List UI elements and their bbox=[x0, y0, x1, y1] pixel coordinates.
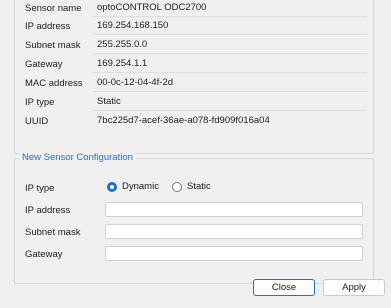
static-radio-dot[interactable] bbox=[172, 181, 182, 192]
sensor-name-row: Sensor name optoCONTROL ODC2700 bbox=[15, 0, 373, 17]
subnet-mask-row: Subnet mask 255.255.0.0 bbox=[15, 36, 373, 54]
sensor-name-value: optoCONTROL ODC2700 bbox=[93, 0, 367, 17]
dynamic-radio[interactable]: Dynamic bbox=[107, 181, 159, 192]
dynamic-radio-label[interactable]: Dynamic bbox=[122, 181, 159, 192]
ip-type-row: IP type Static bbox=[15, 93, 373, 111]
ip-address-row: IP address 169.254.168.150 bbox=[15, 17, 373, 35]
gateway-label: Gateway bbox=[25, 59, 63, 70]
sensor-settings-dialog: Sensor name optoCONTROL ODC2700 IP addre… bbox=[0, 0, 391, 308]
uuid-label: UUID bbox=[25, 116, 49, 127]
current-sensor-group: Sensor name optoCONTROL ODC2700 IP addre… bbox=[14, 0, 374, 154]
new-sensor-config-title: New Sensor Configuration bbox=[19, 152, 136, 163]
gateway-value: 169.254.1.1 bbox=[93, 55, 367, 73]
new-gateway-label: Gateway bbox=[25, 249, 63, 260]
ip-type-value: Static bbox=[93, 93, 367, 111]
static-radio-label[interactable]: Static bbox=[187, 181, 211, 192]
new-ip-address-row: IP address bbox=[15, 201, 373, 219]
new-subnet-mask-label: Subnet mask bbox=[25, 227, 81, 238]
new-ip-address-label: IP address bbox=[25, 205, 71, 216]
ip-address-label: IP address bbox=[25, 21, 71, 32]
ip-type-label: IP type bbox=[25, 97, 55, 108]
dynamic-radio-dot[interactable] bbox=[107, 181, 117, 192]
new-subnet-mask-row: Subnet mask bbox=[15, 223, 373, 241]
close-button[interactable]: Close bbox=[253, 279, 315, 296]
new-ip-type-row: IP type Dynamic Static bbox=[15, 179, 373, 197]
new-sensor-config-group: New Sensor Configuration IP type Dynamic… bbox=[14, 152, 374, 284]
gateway-input[interactable] bbox=[105, 246, 363, 261]
ip-address-input[interactable] bbox=[105, 202, 363, 217]
subnet-mask-input[interactable] bbox=[105, 224, 363, 239]
sensor-name-label: Sensor name bbox=[25, 3, 82, 14]
static-radio[interactable]: Static bbox=[172, 181, 211, 192]
mac-address-row: MAC address 00-0c-12-04-4f-2d bbox=[15, 74, 373, 92]
new-gateway-row: Gateway bbox=[15, 245, 373, 263]
subnet-mask-value: 255.255.0.0 bbox=[93, 36, 367, 54]
uuid-row: UUID 7bc225d7-acef-36ae-a078-fd909f016a0… bbox=[15, 112, 373, 130]
uuid-value: 7bc225d7-acef-36ae-a078-fd909f016a04 bbox=[97, 115, 270, 126]
ip-address-value: 169.254.168.150 bbox=[93, 17, 367, 35]
subnet-mask-label: Subnet mask bbox=[25, 40, 81, 51]
mac-address-label: MAC address bbox=[25, 78, 83, 89]
mac-address-value: 00-0c-12-04-4f-2d bbox=[93, 74, 367, 92]
new-ip-type-label: IP type bbox=[25, 183, 55, 194]
gateway-row: Gateway 169.254.1.1 bbox=[15, 55, 373, 73]
apply-button[interactable]: Apply bbox=[323, 279, 385, 296]
